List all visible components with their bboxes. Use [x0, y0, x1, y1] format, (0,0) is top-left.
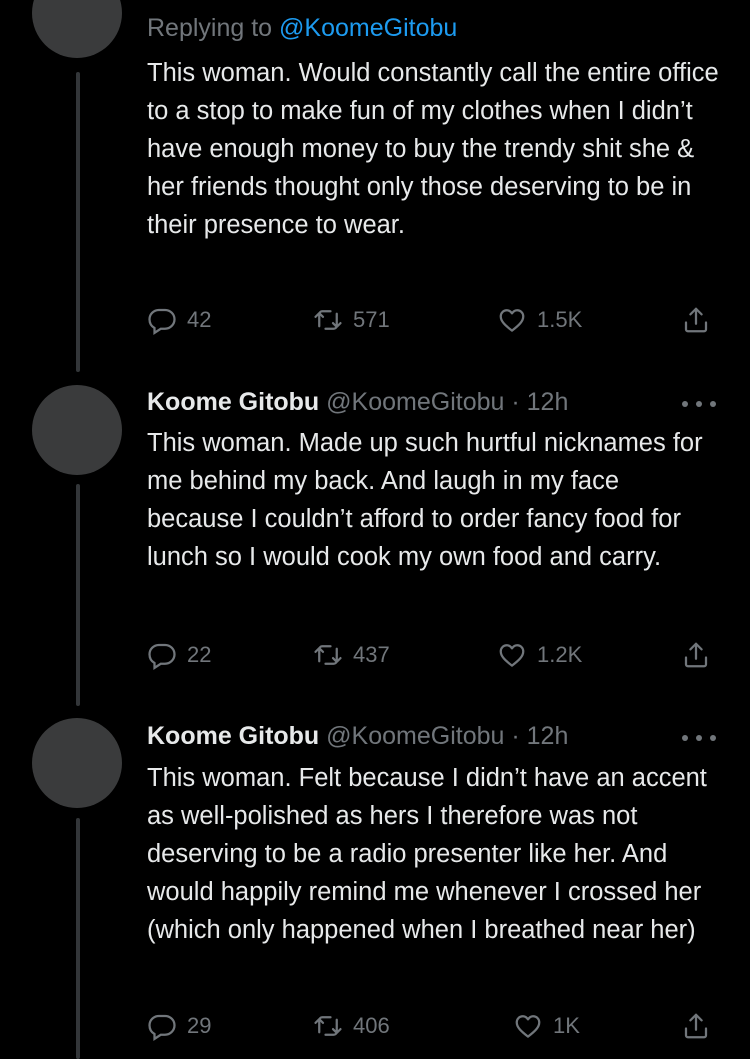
replying-to-label: Replying to [147, 14, 273, 42]
avatar[interactable] [32, 0, 122, 58]
like-button[interactable]: 1K [513, 1011, 580, 1041]
retweet-count: 571 [353, 307, 390, 332]
tweet-actions: 22 437 1.2K [147, 640, 717, 676]
reply-icon [148, 1014, 176, 1041]
tweet-text: This woman. Would constantly call the en… [147, 59, 719, 239]
retweet-icon [314, 1016, 342, 1036]
reply-count: 29 [187, 1013, 212, 1038]
retweet-button[interactable]: 571 [313, 305, 390, 335]
tweet-text: This woman. Made up such hurtful nicknam… [147, 429, 703, 571]
timestamp[interactable]: 12h [527, 722, 569, 750]
tweet-actions: 42 571 1.5K [147, 305, 717, 341]
tweet-actions: 29 406 1K [147, 1011, 717, 1047]
timestamp[interactable]: 12h [527, 388, 569, 416]
reply-count: 42 [187, 307, 212, 332]
more-icon[interactable] [682, 399, 716, 409]
reply-button[interactable]: 22 [147, 640, 211, 670]
mention-link[interactable]: @KoomeGitobu [279, 14, 457, 42]
reply-count: 22 [187, 642, 212, 667]
replying-to: Replying to @KoomeGitobu [147, 14, 457, 43]
like-button[interactable]: 1.5K [497, 305, 582, 335]
share-icon [684, 307, 708, 333]
display-name[interactable]: Koome Gitobu [147, 388, 319, 416]
like-count: 1.5K [537, 307, 583, 332]
thread-line [76, 818, 80, 1059]
like-button[interactable]: 1.2K [497, 640, 582, 670]
user-handle[interactable]: @KoomeGitobu [326, 388, 504, 416]
retweet-button[interactable]: 437 [313, 640, 390, 670]
heart-icon [515, 1015, 541, 1038]
tweet-text: This woman. Felt because I didn’t have a… [147, 764, 707, 944]
user-handle[interactable]: @KoomeGitobu [326, 722, 504, 750]
display-name[interactable]: Koome Gitobu [147, 722, 319, 750]
reply-icon [148, 308, 176, 335]
retweet-icon [314, 645, 342, 665]
reply-icon [148, 643, 176, 670]
share-button[interactable] [681, 1011, 711, 1041]
share-button[interactable] [681, 305, 711, 335]
share-icon [684, 642, 708, 668]
heart-icon [499, 644, 525, 667]
like-count: 1.2K [537, 642, 583, 667]
separator-dot: · [511, 388, 520, 416]
more-icon[interactable] [682, 733, 716, 743]
retweet-count: 406 [353, 1013, 390, 1038]
heart-icon [499, 309, 525, 332]
retweet-icon [314, 310, 342, 330]
reply-button[interactable]: 29 [147, 1011, 211, 1041]
thread-line [76, 72, 80, 372]
tweet-header: Koome Gitobu @KoomeGitobu · 12h [147, 722, 568, 751]
avatar[interactable] [32, 718, 122, 808]
share-icon [684, 1013, 708, 1039]
retweet-count: 437 [353, 642, 390, 667]
separator-dot: · [511, 722, 520, 750]
avatar[interactable] [32, 385, 122, 475]
tweet-header: Koome Gitobu @KoomeGitobu · 12h [147, 388, 568, 417]
retweet-button[interactable]: 406 [313, 1011, 390, 1041]
reply-button[interactable]: 42 [147, 305, 211, 335]
thread-line [76, 484, 80, 706]
share-button[interactable] [681, 640, 711, 670]
like-count: 1K [553, 1013, 580, 1038]
